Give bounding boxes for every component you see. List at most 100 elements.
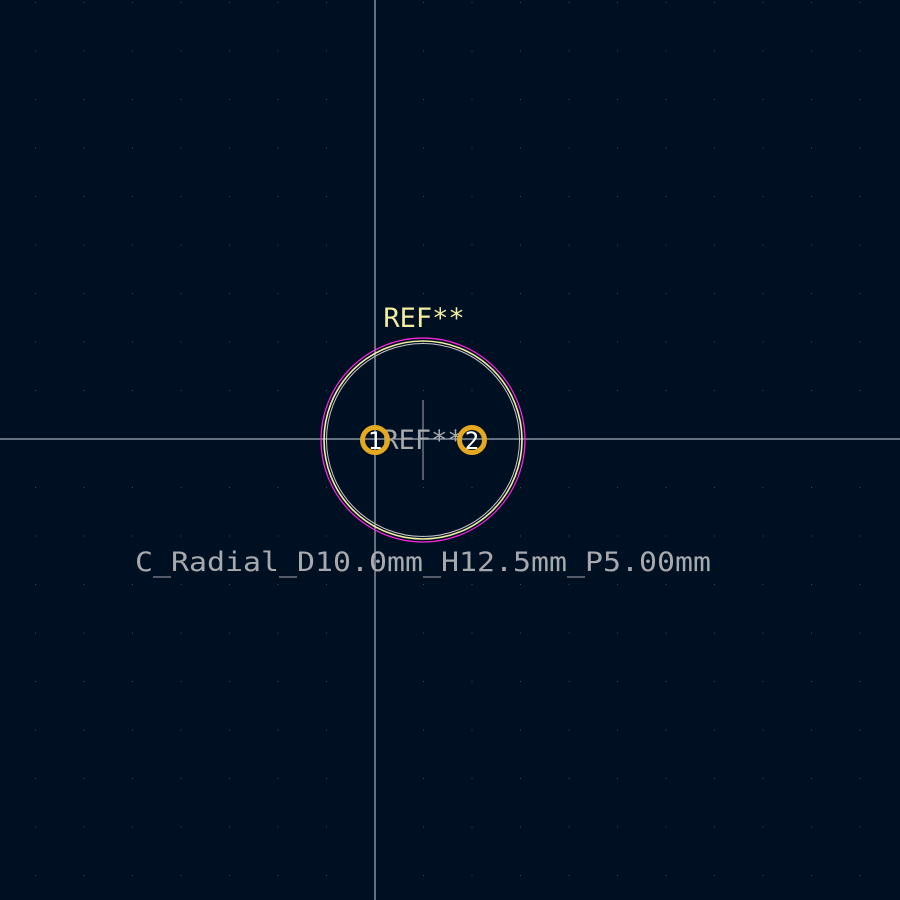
grid-dot — [568, 729, 570, 731]
grid-dot — [811, 99, 812, 100]
grid-dot — [277, 341, 279, 343]
grid-dot — [229, 584, 230, 585]
grid-dot — [471, 2, 473, 3]
grid-dot — [471, 875, 473, 876]
grid-dot — [35, 99, 36, 100]
grid-dot — [326, 875, 327, 876]
grid-dot — [423, 681, 424, 682]
grid-dot — [229, 875, 230, 876]
grid-dot — [423, 2, 424, 3]
grid-dot — [859, 584, 861, 585]
grid-dot — [35, 778, 36, 779]
pad-1-number: 1 — [368, 427, 382, 455]
grid-dot — [568, 293, 570, 294]
grid-dot — [83, 778, 85, 779]
grid-dot — [617, 2, 618, 3]
grid-dot — [617, 341, 618, 343]
grid-dot — [762, 681, 764, 682]
reference-silkscreen-text[interactable]: REF** — [383, 303, 464, 334]
grid-dot — [762, 535, 764, 537]
grid-dot — [229, 50, 230, 52]
grid-dot — [132, 99, 133, 100]
grid-dot — [35, 826, 36, 828]
grid-dot — [859, 729, 861, 731]
grid-dot — [132, 196, 133, 197]
grid-dot — [180, 487, 182, 488]
grid-dot — [83, 293, 85, 294]
grid-dot — [180, 729, 182, 731]
grid-dot — [326, 584, 327, 585]
grid-dot — [617, 147, 618, 149]
grid-dot — [132, 341, 133, 343]
grid-dot — [859, 2, 861, 3]
grid-dot — [180, 390, 182, 391]
grid-dot — [277, 99, 279, 100]
grid-dot — [859, 293, 861, 294]
grid-dot — [132, 826, 133, 828]
grid-dot — [811, 50, 812, 52]
grid-dot — [423, 196, 424, 197]
grid-dot — [520, 2, 521, 3]
pcb-footprint-canvas[interactable]: REF** 1 2 REF** C_Radial_D10.0mm_H12.5mm… — [0, 0, 900, 900]
grid-dot — [762, 826, 764, 828]
grid-dot — [132, 50, 133, 52]
grid-dot — [665, 99, 667, 100]
grid-dot — [471, 147, 473, 149]
grid-dot — [811, 875, 812, 876]
grid-dot — [471, 196, 473, 197]
grid-dot — [83, 147, 85, 149]
footprint-editor-view[interactable]: REF** 1 2 REF** C_Radial_D10.0mm_H12.5mm… — [0, 0, 900, 900]
grid-dot — [617, 196, 618, 197]
grid-dot — [859, 244, 861, 246]
grid-dot — [326, 2, 327, 3]
grid-dot — [277, 875, 279, 876]
pad-2-number: 2 — [465, 427, 479, 455]
reference-fab-text[interactable]: REF** — [382, 425, 463, 456]
grid-dot — [423, 729, 424, 731]
grid-dot — [35, 875, 36, 876]
footprint-value-text[interactable]: C_Radial_D10.0mm_H12.5mm_P5.00mm — [135, 547, 711, 578]
grid-dot — [811, 244, 812, 246]
grid-dot — [180, 147, 182, 149]
grid-dot — [665, 632, 667, 634]
grid-dot — [471, 826, 473, 828]
grid-dot — [180, 50, 182, 52]
grid-dot — [617, 535, 618, 537]
grid-dot — [762, 147, 764, 149]
grid-dot — [83, 341, 85, 343]
grid-dot — [277, 729, 279, 731]
grid-dot — [180, 778, 182, 779]
grid-dot — [665, 244, 667, 246]
grid-dot — [326, 196, 327, 197]
grid-dot — [229, 681, 230, 682]
grid-dot — [277, 584, 279, 585]
grid-dot — [326, 729, 327, 731]
grid-dot — [665, 390, 667, 391]
grid-dot — [811, 196, 812, 197]
grid-dot — [180, 584, 182, 585]
grid-dot — [859, 99, 861, 100]
grid-dot — [471, 341, 473, 343]
grid-dot — [665, 196, 667, 197]
grid-dot — [423, 390, 424, 391]
grid-dot — [714, 196, 715, 197]
grid-dot — [423, 147, 424, 149]
grid-dot — [132, 293, 133, 294]
grid-dot — [180, 875, 182, 876]
grid-dot — [568, 632, 570, 634]
grid-dot — [83, 584, 85, 585]
grid-dot — [714, 244, 715, 246]
grid-dot — [762, 50, 764, 52]
grid-dot — [568, 2, 570, 3]
grid-dot — [617, 293, 618, 294]
grid-dot — [762, 584, 764, 585]
grid-dot — [229, 341, 230, 343]
grid-dot — [277, 147, 279, 149]
grid-dot — [471, 778, 473, 779]
grid-dot — [859, 196, 861, 197]
grid-dot — [277, 487, 279, 488]
grid-dot — [277, 196, 279, 197]
grid-dot — [762, 99, 764, 100]
grid-dot — [568, 147, 570, 149]
grid-dot — [471, 50, 473, 52]
